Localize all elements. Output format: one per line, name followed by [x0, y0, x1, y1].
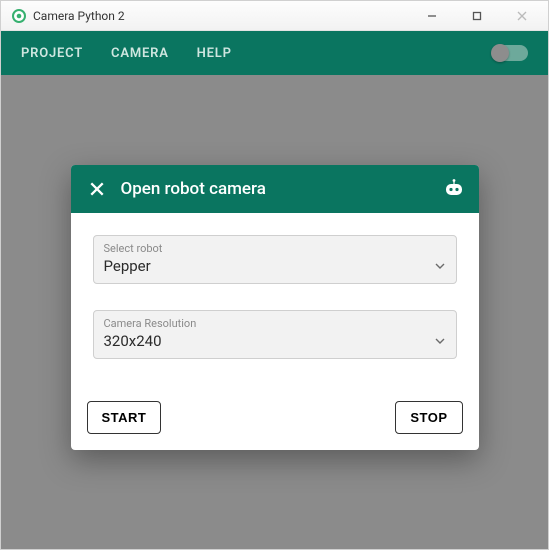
window-maximize-button[interactable] [454, 2, 499, 30]
app-window: Camera Python 2 PROJECT CAMERA HELP [0, 0, 549, 550]
menu-help[interactable]: HELP [197, 46, 232, 61]
start-button[interactable]: START [87, 401, 162, 434]
open-camera-modal: Open robot camera Select robot Pepper [71, 165, 479, 450]
camera-resolution-label: Camera Resolution [104, 317, 446, 330]
toggle-knob [491, 44, 509, 62]
modal-overlay: Open robot camera Select robot Pepper [1, 75, 548, 549]
menubar: PROJECT CAMERA HELP [1, 31, 548, 75]
modal-title: Open robot camera [121, 179, 266, 199]
robot-icon [441, 176, 467, 202]
window-close-button[interactable] [499, 2, 544, 30]
chevron-down-icon [434, 335, 446, 347]
select-robot-dropdown[interactable]: Select robot Pepper [93, 235, 457, 284]
camera-resolution-value: 320x240 [104, 332, 434, 350]
modal-footer: START STOP [71, 391, 479, 450]
theme-toggle[interactable] [494, 45, 528, 61]
menu-camera[interactable]: CAMERA [111, 46, 169, 61]
app-body: PROJECT CAMERA HELP Open robot camera [1, 31, 548, 549]
modal-close-button[interactable] [83, 175, 111, 203]
stop-button[interactable]: STOP [395, 401, 462, 434]
window-title: Camera Python 2 [33, 9, 125, 23]
modal-body: Select robot Pepper Camera Resolution 32… [71, 213, 479, 391]
menu-project[interactable]: PROJECT [21, 46, 83, 61]
titlebar: Camera Python 2 [1, 1, 548, 31]
select-robot-label: Select robot [104, 242, 446, 255]
select-robot-value: Pepper [104, 257, 434, 275]
modal-header: Open robot camera [71, 165, 479, 213]
camera-resolution-dropdown[interactable]: Camera Resolution 320x240 [93, 310, 457, 359]
chevron-down-icon [434, 260, 446, 272]
window-minimize-button[interactable] [409, 2, 454, 30]
app-icon [11, 8, 27, 24]
